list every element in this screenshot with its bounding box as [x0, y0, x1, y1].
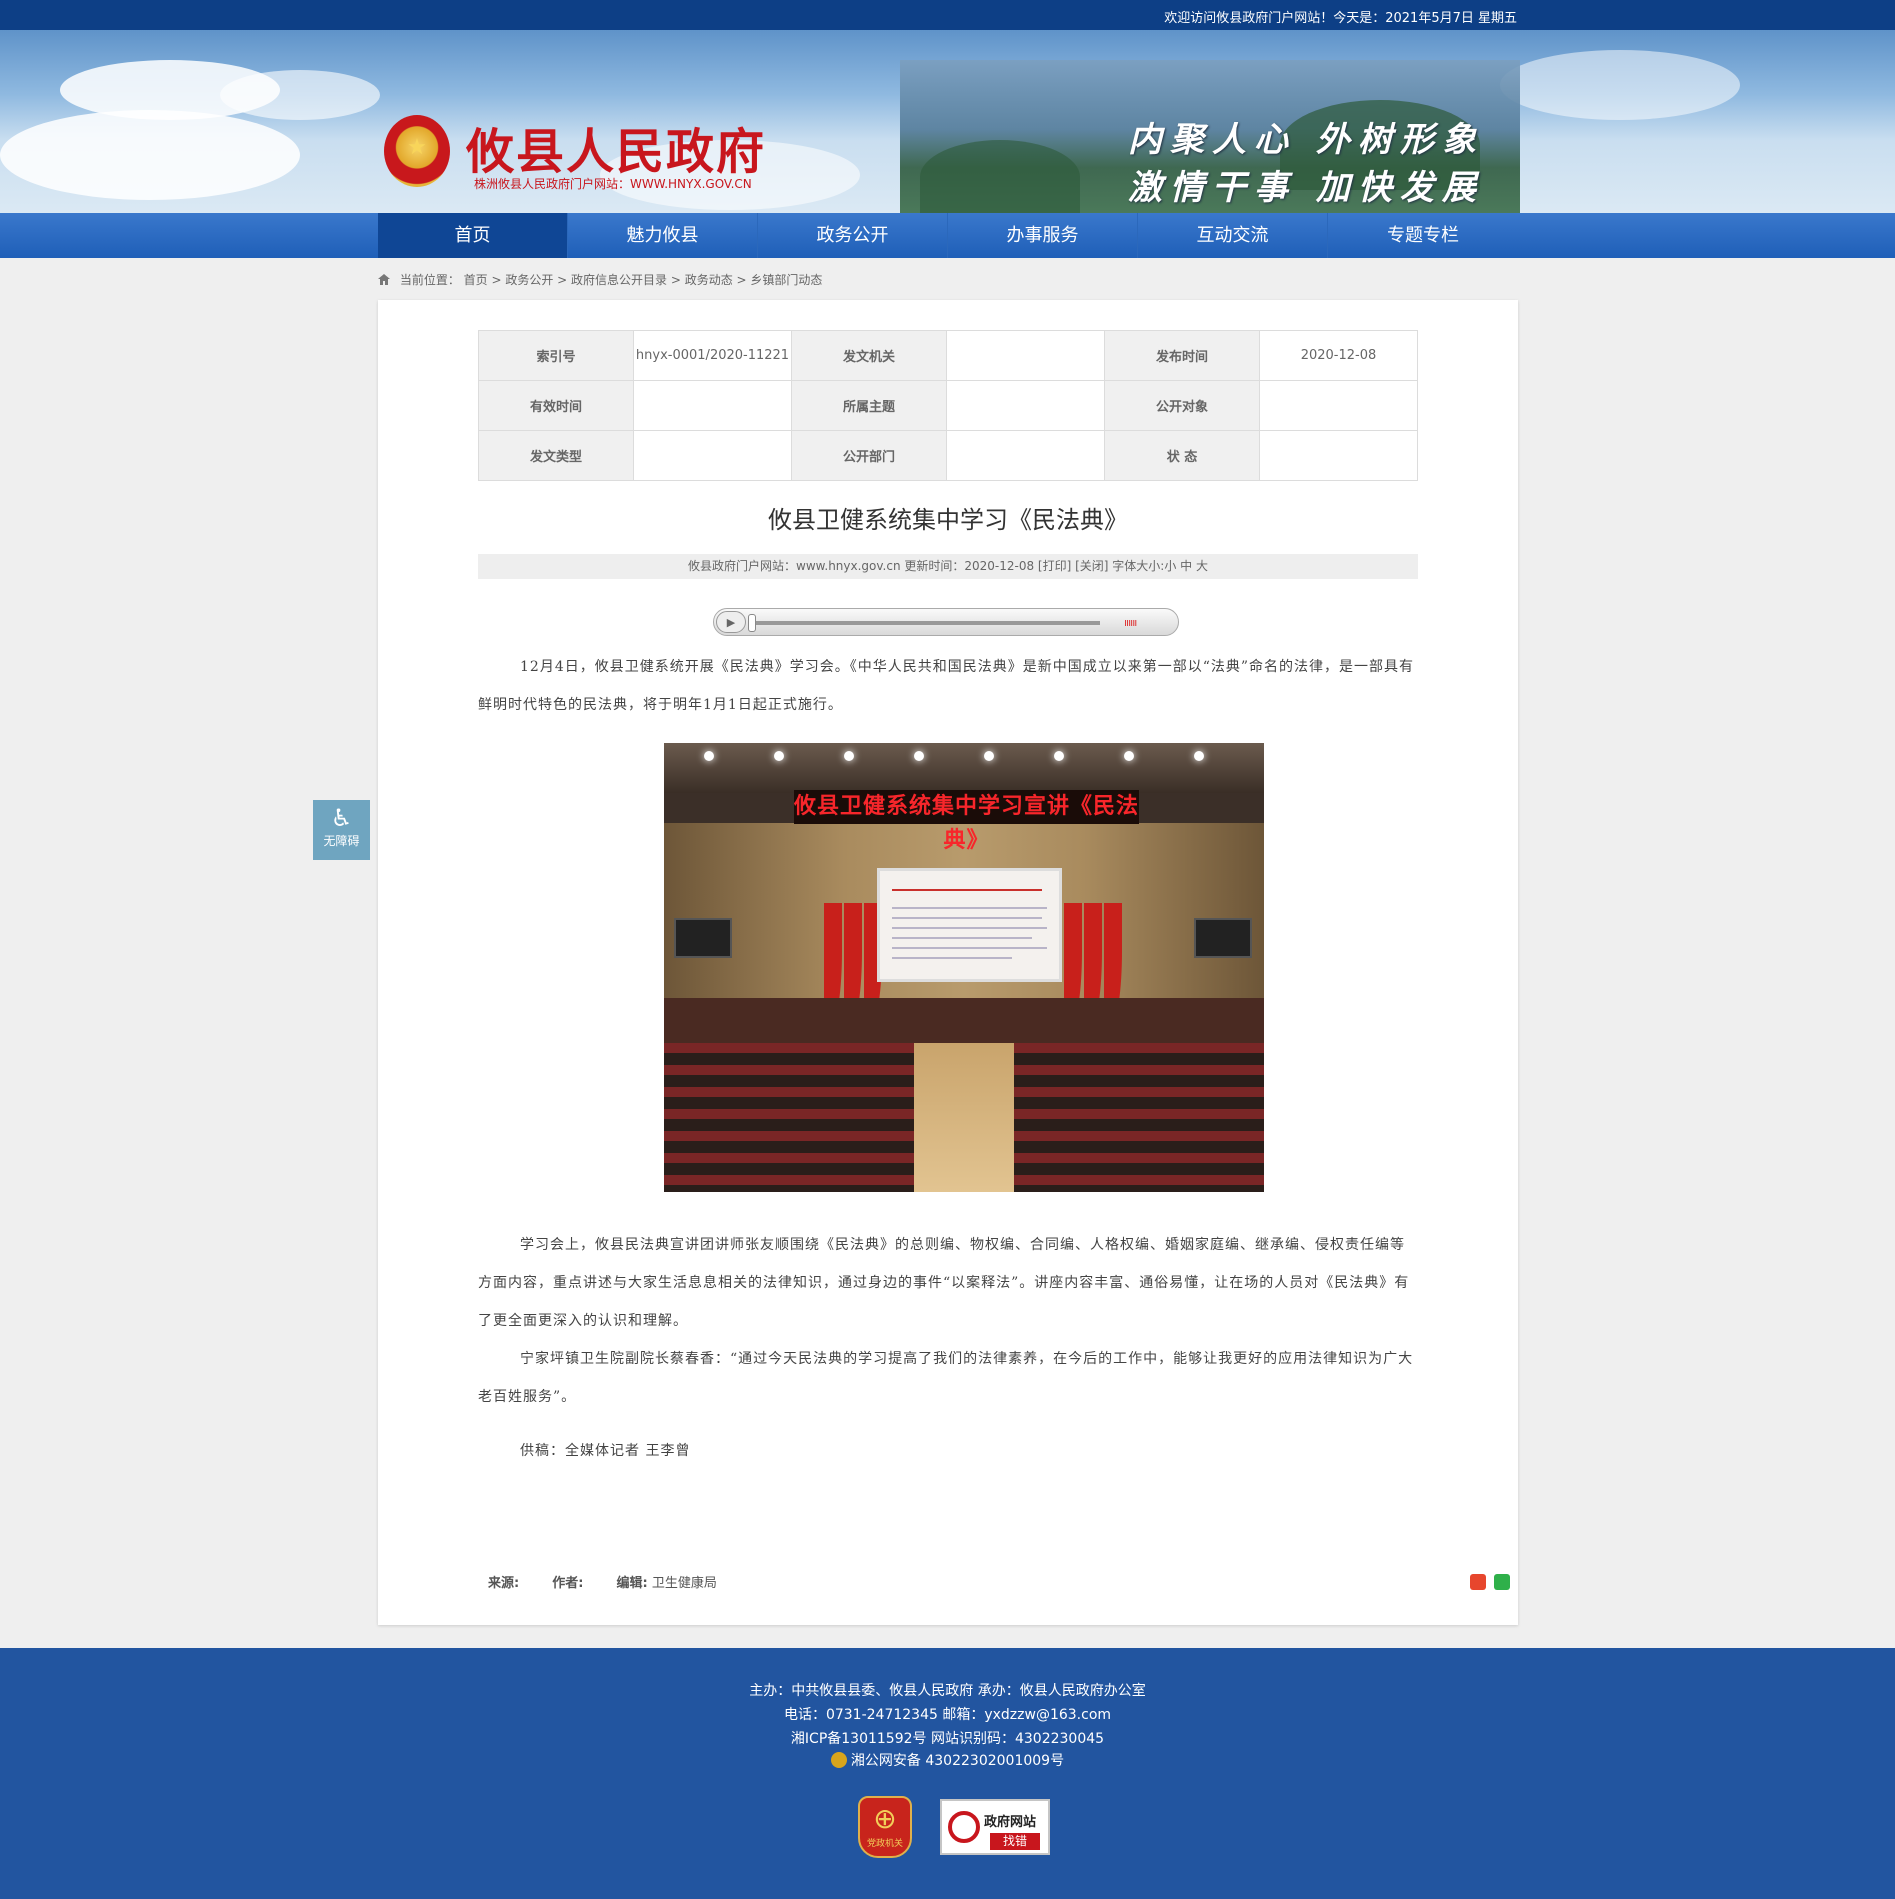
nav-item-interaction[interactable]: 互动交流 [1138, 213, 1328, 258]
welcome-text: 欢迎访问攸县政府门户网站！今天是：2021年5月7日 星期五 [1164, 11, 1517, 26]
meta-key: 有效时间 [478, 380, 634, 431]
editor-value: 卫生健康局 [651, 1576, 717, 1591]
accessibility-label: 无障碍 [323, 834, 360, 848]
police-badge-icon [830, 1752, 847, 1768]
breadcrumb-label: 当前位置： [399, 273, 460, 287]
wechat-share-icon[interactable] [1494, 1574, 1510, 1590]
weibo-share-icon[interactable] [1470, 1574, 1486, 1590]
nav-item-home[interactable]: 首页 [378, 213, 568, 258]
source-label: 来源: [488, 1576, 520, 1591]
breadcrumb-path[interactable]: 首页 > 政务公开 > 政府信息公开目录 > 政务动态 > 乡镇部门动态 [464, 273, 823, 287]
table-row: 索引号 hnyx-0001/2020-11221 发文机关 发布时间 2020-… [478, 330, 1418, 381]
main-nav: 首页 魅力攸县 政务公开 办事服务 互动交流 专题专栏 [0, 213, 1895, 258]
volume-icon[interactable]: ıııııı [1124, 616, 1137, 629]
play-button[interactable]: ▶ [716, 611, 746, 633]
site-name: 攸县人民政府 [466, 124, 767, 180]
audio-player[interactable]: ▶ ıııııı [713, 608, 1179, 636]
breadcrumb: 当前位置： 首页 > 政务公开 > 政府信息公开目录 > 政务动态 > 乡镇部门… [378, 271, 822, 288]
nav-item-topics[interactable]: 专题专栏 [1328, 213, 1518, 258]
projector-screen [877, 868, 1062, 982]
table-row: 发文类型 公开部门 状 态 [478, 430, 1418, 481]
meta-value: hnyx-0001/2020-11221 [633, 330, 792, 381]
article-paragraph: 12月4日，攸县卫健系统开展《民法典》学习会。《中华人民共和国民法典》是新中国成… [478, 659, 1415, 713]
meta-value [633, 430, 792, 481]
report-error-line1: 政府网站 [984, 1815, 1037, 1830]
header-banner: ★ 攸县人民政府 株洲攸县人民政府门户网站：WWW.HNYX.GOV.CN 内聚… [0, 30, 1895, 214]
meta-value [1259, 430, 1418, 481]
report-error-badge[interactable]: 政府网站 找错 [940, 1799, 1050, 1855]
article-title: 攸县卫健系统集中学习《民法典》 [768, 506, 1128, 534]
national-emblem-icon: ★ [384, 115, 450, 187]
article-photo: 攸县卫健系统集中学习宣讲《民法典》 [664, 743, 1264, 1192]
meta-key: 索引号 [478, 330, 634, 381]
slogan-line-1: 内聚人心 外树形象 [1128, 120, 1484, 160]
meta-key: 所属主题 [791, 380, 947, 431]
party-gov-label: 党政机关 [866, 1839, 903, 1849]
wheelchair-icon: ♿ [330, 804, 353, 832]
site-footer: 主办：中共攸县县委、攸县人民政府 承办：攸县人民政府办公室 电话：0731-24… [0, 1648, 1895, 1899]
meta-key: 状 态 [1104, 430, 1260, 481]
meta-value [1259, 380, 1418, 431]
site-subtitle: 株洲攸县人民政府门户网站：WWW.HNYX.GOV.CN [474, 177, 752, 191]
slogan-line-2: 激情干事 加快发展 [1128, 168, 1484, 208]
article-paragraph: 宁家坪镇卫生院副院长蔡春香：“通过今天民法典的学习提高了我们的法律素养，在今后的… [478, 1351, 1414, 1405]
top-bar: 欢迎访问攸县政府门户网站！今天是：2021年5月7日 星期五 [0, 0, 1895, 30]
article-panel: 索引号 hnyx-0001/2020-11221 发文机关 发布时间 2020-… [378, 300, 1518, 1625]
meta-key: 发文类型 [478, 430, 634, 481]
home-icon [378, 274, 390, 285]
magnifier-icon [948, 1811, 980, 1843]
meta-value [946, 430, 1105, 481]
police-record-text: 湘公网安备 43022302001009号 [850, 1753, 1065, 1769]
nav-item-gov-affairs[interactable]: 政务公开 [758, 213, 948, 258]
article-paragraph: 学习会上，攸县民法典宣讲团讲师张友顺围绕《民法典》的总则编、物权编、合同编、人格… [478, 1237, 1410, 1329]
article-byline: 供稿：全媒体记者 王李曾 [520, 1443, 691, 1459]
table-row: 有效时间 所属主题 公开对象 [478, 380, 1418, 431]
footer-contact: 电话：0731-24712345 邮箱：yxdzzw@163.com [783, 1707, 1112, 1723]
meta-key: 发布时间 [1104, 330, 1260, 381]
metadata-table: 索引号 hnyx-0001/2020-11221 发文机关 发布时间 2020-… [478, 330, 1418, 481]
party-gov-badge[interactable]: ⊕ 党政机关 [858, 1796, 912, 1858]
meta-key: 公开对象 [1104, 380, 1260, 431]
meta-value [946, 380, 1105, 431]
progress-track[interactable] [750, 621, 1100, 625]
accessibility-button[interactable]: ♿ 无障碍 [313, 800, 370, 860]
author-label: 作者: [552, 1576, 584, 1591]
nav-item-services[interactable]: 办事服务 [948, 213, 1138, 258]
meta-value [946, 330, 1105, 381]
report-error-line2: 找错 [990, 1833, 1040, 1850]
meta-value [633, 380, 792, 431]
party-gov-icon: ⊕ [873, 1802, 897, 1835]
footer-sponsor: 主办：中共攸县县委、攸县人民政府 承办：攸县人民政府办公室 [749, 1683, 1146, 1699]
article-info-bar[interactable]: 攸县政府门户网站：www.hnyx.gov.cn 更新时间：2020-12-08… [478, 554, 1418, 579]
footer-police-record[interactable]: 湘公网安备 43022302001009号 [0, 1750, 1895, 1770]
progress-handle[interactable] [748, 614, 756, 632]
footer-icp[interactable]: 湘ICP备13011592号 网站识别码：4302230045 [0, 1728, 1895, 1748]
meta-value: 2020-12-08 [1259, 330, 1418, 381]
meta-key: 公开部门 [791, 430, 947, 481]
nav-item-charm[interactable]: 魅力攸县 [568, 213, 758, 258]
meta-key: 发文机关 [791, 330, 947, 381]
photo-led-banner: 攸县卫健系统集中学习宣讲《民法典》 [794, 790, 1139, 853]
editor-label: 编辑: [616, 1576, 648, 1591]
article-footer-meta: 来源: 作者: 编辑: 卫生健康局 [488, 1572, 717, 1591]
